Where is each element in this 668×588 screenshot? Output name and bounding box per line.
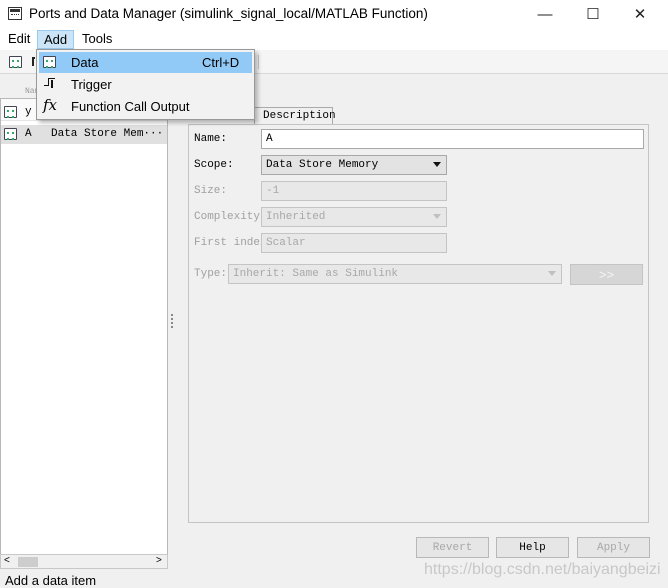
menu-tools[interactable]: Tools bbox=[76, 30, 118, 49]
list-horizontal-scrollbar[interactable]: < > bbox=[0, 554, 168, 569]
type-select: Inherit: Same as Simulink bbox=[228, 264, 562, 284]
scope-select[interactable]: Data Store Memory bbox=[261, 155, 447, 175]
type-assistant-button: >> bbox=[570, 264, 643, 285]
revert-button: Revert bbox=[416, 537, 489, 558]
data-icon bbox=[4, 128, 17, 140]
fx-icon: fx bbox=[43, 96, 58, 114]
row-name: y bbox=[25, 106, 32, 118]
window-title: Ports and Data Manager (simulink_signal_… bbox=[29, 6, 428, 21]
complexity-label: Complexity: bbox=[194, 211, 267, 223]
status-bar-text: Add a data item bbox=[5, 573, 97, 588]
close-button[interactable]: ✕ bbox=[617, 0, 663, 28]
menu-item-data[interactable]: Data Ctrl+D bbox=[39, 52, 252, 73]
row-scope: Data Store Mem··· bbox=[51, 128, 164, 140]
menu-item-label: Trigger bbox=[71, 77, 112, 92]
menu-item-shortcut: Ctrl+D bbox=[202, 55, 240, 70]
data-icon bbox=[43, 56, 56, 68]
scroll-right-icon[interactable]: > bbox=[156, 555, 162, 566]
add-data-toolbar-icon[interactable] bbox=[9, 56, 22, 68]
type-value: Inherit: Same as Simulink bbox=[233, 268, 399, 280]
name-label: Name: bbox=[194, 133, 228, 145]
scope-label: Scope: bbox=[194, 159, 234, 171]
menu-add[interactable]: Add bbox=[37, 30, 75, 49]
menu-item-trigger[interactable]: Trigger bbox=[39, 74, 252, 95]
complexity-select: Inherited bbox=[261, 207, 447, 227]
scope-value: Data Store Memory bbox=[266, 159, 379, 171]
scroll-left-icon[interactable]: < bbox=[4, 555, 10, 566]
dropdown-arrow-icon bbox=[433, 214, 441, 219]
tab-description[interactable]: Description bbox=[254, 107, 336, 125]
maximize-button[interactable]: ☐ bbox=[570, 0, 616, 28]
size-input: -1 bbox=[261, 181, 447, 201]
data-icon bbox=[4, 106, 17, 118]
trigger-icon bbox=[44, 77, 57, 90]
first-index-label: First index bbox=[194, 237, 267, 249]
apply-button: Apply bbox=[577, 537, 650, 558]
panel-splitter-grip-icon[interactable] bbox=[170, 312, 174, 332]
type-label: Type: bbox=[194, 268, 228, 280]
menu-item-label: Data bbox=[71, 55, 99, 70]
complexity-value: Inherited bbox=[266, 211, 326, 223]
menu-edit[interactable]: Edit bbox=[2, 30, 36, 49]
data-list-panel: Nam y A Data Store Mem··· bbox=[0, 87, 168, 556]
menu-item-label: Function Call Output bbox=[71, 99, 190, 114]
dropdown-arrow-icon bbox=[433, 162, 441, 167]
row-name: A bbox=[25, 128, 32, 140]
add-menu-dropdown: Data Ctrl+D Trigger fx Function Call Out… bbox=[36, 49, 255, 120]
dropdown-arrow-icon bbox=[548, 271, 556, 276]
list-row-a[interactable]: A Data Store Mem··· bbox=[1, 125, 167, 144]
toolbar-separator bbox=[258, 55, 259, 69]
name-input[interactable]: A bbox=[261, 129, 644, 149]
watermark: https://blog.csdn.net/baiyangbeizi bbox=[424, 561, 661, 578]
scroll-thumb[interactable] bbox=[18, 557, 38, 567]
minimize-button[interactable]: — bbox=[522, 0, 568, 28]
first-index-input: Scalar bbox=[261, 233, 447, 253]
menu-item-function-call-output[interactable]: fx Function Call Output bbox=[39, 96, 252, 117]
help-button[interactable]: Help bbox=[496, 537, 569, 558]
ports-data-manager-app-icon bbox=[8, 7, 22, 20]
size-label: Size: bbox=[194, 185, 228, 197]
